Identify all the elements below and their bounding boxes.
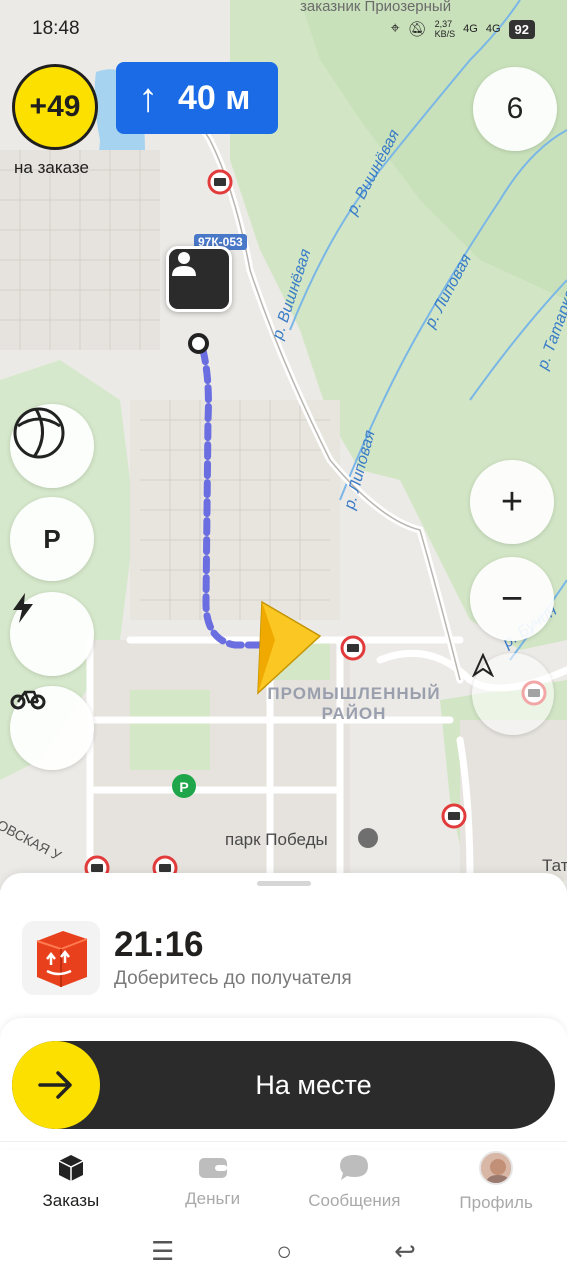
map-label-district: ПРОМЫШЛЕННЫЙ РАЙОН [267, 684, 441, 723]
order-sheet: 21:16 Доберитесь до получателя На месте … [0, 873, 567, 1280]
bike-button[interactable] [10, 686, 94, 770]
layers-icon [13, 407, 65, 459]
system-navigation-bar: ☰ ○ ↩ [0, 1223, 567, 1280]
tab-label: Деньги [185, 1188, 241, 1208]
parking-button[interactable]: P [10, 497, 94, 581]
layers-button[interactable] [10, 404, 94, 488]
mute-icon: 🔕︎ [407, 21, 427, 38]
arrow-up-icon: ↑ [138, 76, 158, 120]
destination-pin[interactable] [166, 246, 232, 312]
zoom-out-button[interactable]: − [470, 557, 554, 641]
bottom-tab-bar: Заказы Деньги Сообщения Профиль [0, 1141, 567, 1221]
map-label-park: парк Победы [225, 830, 328, 849]
box-icon [36, 931, 88, 987]
tab-orders[interactable]: Заказы [0, 1142, 142, 1221]
arrived-slider[interactable]: На месте [12, 1041, 555, 1129]
orders-count-button[interactable]: 6 [473, 67, 557, 151]
signal-icon: 4G [485, 23, 501, 35]
pickup-point-marker [188, 333, 209, 354]
tab-label: Сообщения [308, 1190, 401, 1210]
nav-distance: 40 м [178, 78, 251, 117]
battery-indicator: 92 [508, 19, 535, 39]
home-icon[interactable]: ○ [276, 1236, 292, 1267]
person-icon [172, 252, 196, 276]
chat-icon [340, 1154, 369, 1180]
tab-money[interactable]: Деньги [142, 1142, 284, 1221]
charging-button[interactable] [10, 592, 94, 676]
sheet-handle[interactable] [257, 881, 311, 886]
status-time: 18:48 [32, 18, 80, 39]
tab-profile[interactable]: Профиль [425, 1142, 567, 1221]
compass-arrow-icon [472, 653, 494, 677]
svg-text:P: P [179, 779, 188, 795]
tab-messages[interactable]: Сообщения [284, 1142, 426, 1221]
slider-knob[interactable] [12, 1041, 100, 1129]
bonus-label: на заказе [14, 158, 89, 177]
order-package-icon [22, 921, 100, 995]
menu-icon[interactable]: ☰ [151, 1236, 174, 1267]
map-view[interactable]: P заказник Приозерный 97К-053 р. Вишнёва… [0, 0, 567, 890]
location-icon: ⌖ [390, 20, 400, 37]
slider-label: На месте [255, 1069, 372, 1100]
status-bar: 18:48 ⌖ 🔕︎ 2,37 KB/S 4G 4G 92 [0, 0, 567, 58]
bonus-badge[interactable]: +49 [12, 64, 98, 150]
tab-label: Профиль [459, 1192, 533, 1212]
bike-icon [10, 690, 46, 710]
eta-time: 21:16 [114, 925, 204, 964]
arrow-right-icon [38, 1071, 72, 1099]
zoom-in-button[interactable]: + [470, 460, 554, 544]
box-icon [58, 1154, 84, 1181]
wallet-icon [198, 1157, 227, 1178]
navigation-instruction: ↑ 40 м [116, 62, 278, 134]
back-icon[interactable]: ↩ [394, 1236, 416, 1267]
parking-icon: P [43, 523, 61, 554]
net-speed: 2,37 KB/S [434, 19, 456, 39]
signal-icon: 4G [463, 23, 478, 35]
charging-icon [13, 593, 33, 623]
avatar [479, 1150, 514, 1185]
compass-button[interactable] [472, 653, 554, 735]
tab-label: Заказы [42, 1190, 100, 1210]
eta-subtitle: Доберитесь до получателя [114, 968, 352, 989]
